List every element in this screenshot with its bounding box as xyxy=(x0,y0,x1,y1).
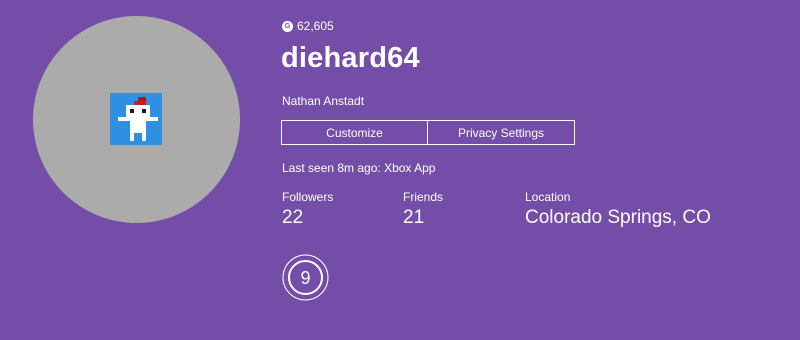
gamertag: diehard64 xyxy=(281,42,420,74)
friends-count[interactable]: 21 xyxy=(403,207,424,229)
profile-avatar-circle[interactable] xyxy=(33,16,240,223)
gamerscore-value: 62,605 xyxy=(297,19,334,33)
pixel-character-avatar-icon xyxy=(110,93,162,145)
followers-label: Followers xyxy=(282,190,334,204)
reputation-ring-icon: 9 xyxy=(282,254,329,301)
last-seen-status: Last seen 8m ago: Xbox App xyxy=(282,161,436,175)
friends-label: Friends xyxy=(403,190,444,204)
reputation-level: 9 xyxy=(300,268,310,288)
avatar-image xyxy=(110,93,162,145)
real-name: Nathan Anstadt xyxy=(282,94,365,108)
location-value: Colorado Springs, CO xyxy=(525,207,711,228)
reputation-badge[interactable]: 9 xyxy=(282,254,329,301)
location-label: Location xyxy=(525,190,571,204)
gamerscore: G 62,605 xyxy=(282,19,334,33)
gamerscore-icon: G xyxy=(282,20,293,32)
followers-count[interactable]: 22 xyxy=(282,207,303,229)
privacy-settings-button[interactable]: Privacy Settings xyxy=(428,120,575,145)
customize-button[interactable]: Customize xyxy=(281,120,428,145)
